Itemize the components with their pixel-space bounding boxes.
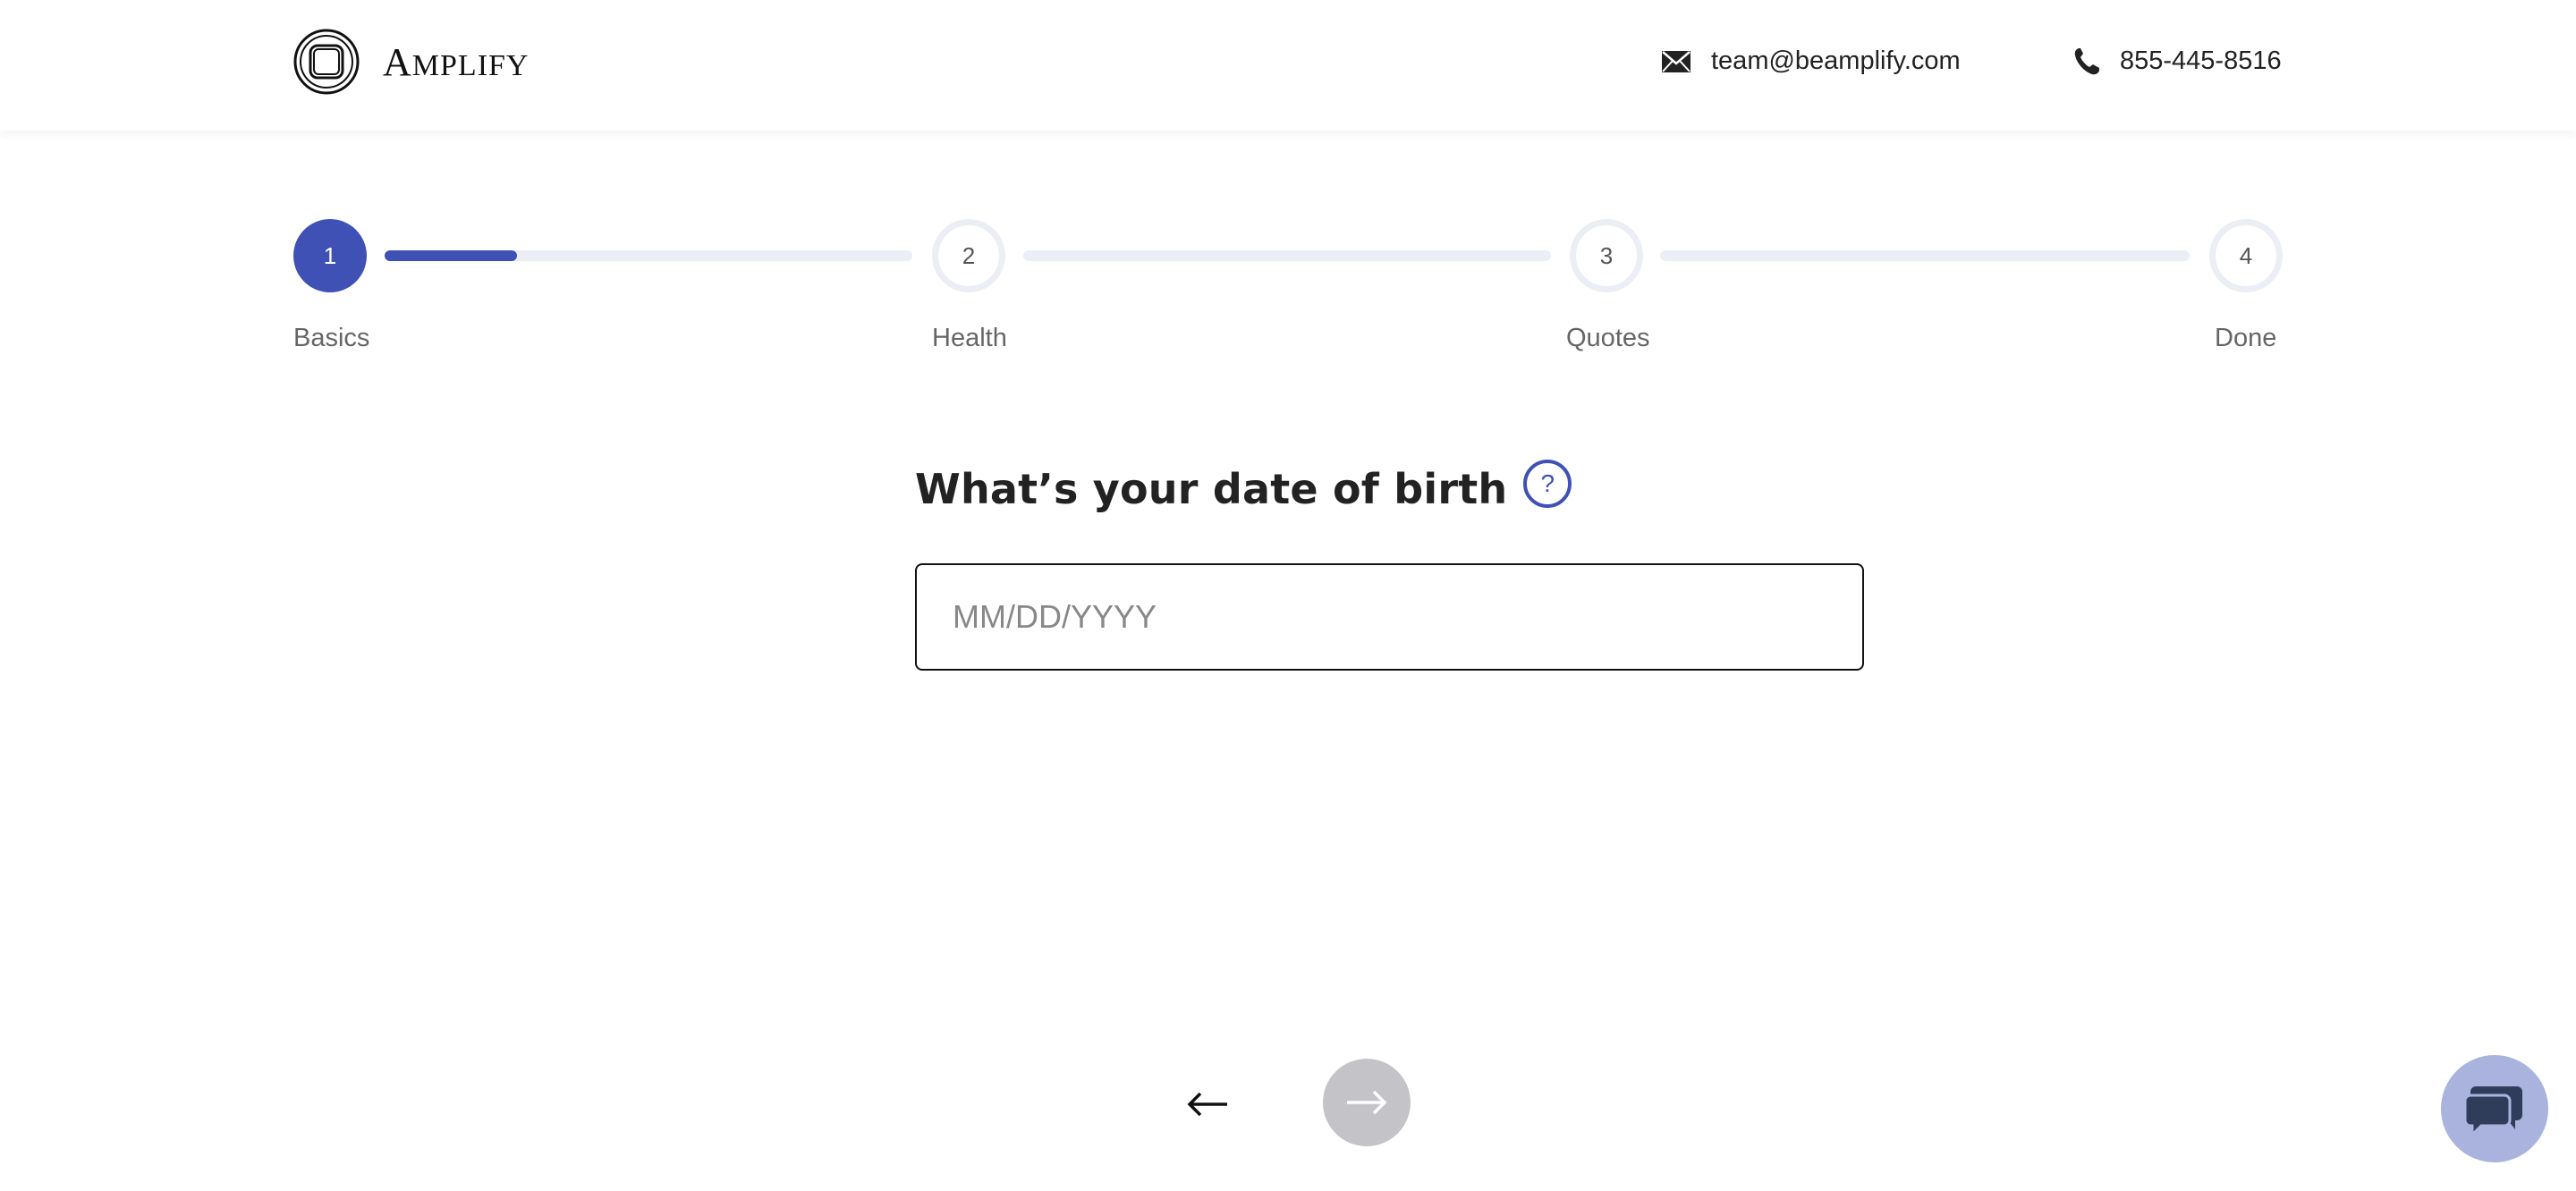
step-2-circle: 2 <box>932 219 1005 292</box>
contact-phone[interactable]: 855-445-8516 <box>2073 46 2282 76</box>
question-header: What’s your date of birth ? <box>915 460 1572 513</box>
step-1-circle: 1 <box>293 219 367 292</box>
arrow-right-icon <box>1347 1090 1387 1115</box>
brand-logo[interactable]: AMPLIFY <box>293 29 529 95</box>
date-of-birth-input[interactable] <box>915 563 1864 671</box>
brand-name: AMPLIFY <box>383 39 529 85</box>
brand-name-initial: A <box>383 39 412 84</box>
contact-email-text: team@beamplify.com <box>1711 46 1961 75</box>
step-track-1-progress <box>385 250 517 261</box>
step-3-circle: 3 <box>1570 219 1643 292</box>
step-4-number: 4 <box>2239 241 2253 269</box>
amplify-logo-icon <box>293 29 360 95</box>
help-icon-symbol: ? <box>1540 469 1555 497</box>
step-2-number: 2 <box>962 241 976 269</box>
step-3-number: 3 <box>1599 241 1614 269</box>
chat-widget-button[interactable] <box>2441 1055 2548 1162</box>
arrow-left-icon <box>1187 1092 1227 1117</box>
envelope-icon <box>1662 50 1690 72</box>
step-2-label: Health <box>932 324 1007 352</box>
chat-bubbles-icon <box>2465 1086 2522 1136</box>
site-header: AMPLIFY team@beamplify.com 855-445-8516 <box>0 0 2576 131</box>
step-4-circle: 4 <box>2209 219 2283 292</box>
brand-name-rest: MPLIFY <box>411 48 530 82</box>
step-track-1 <box>385 250 912 261</box>
step-4-label: Done <box>2215 324 2277 352</box>
next-button[interactable] <box>1323 1059 1411 1146</box>
help-icon[interactable]: ? <box>1523 460 1572 508</box>
step-track-2 <box>1023 250 1551 261</box>
contact-email[interactable]: team@beamplify.com <box>1661 46 1961 76</box>
step-1-label: Basics <box>293 324 370 352</box>
progress-stepper: 1 2 3 4 Basics Health Quotes Done <box>293 219 2283 362</box>
back-button[interactable] <box>1181 1082 1234 1127</box>
page: AMPLIFY team@beamplify.com 855-445-8516 <box>0 0 2576 1191</box>
question-title: What’s your date of birth <box>915 465 1508 513</box>
step-track-3 <box>1660 250 2190 261</box>
step-1-number: 1 <box>323 241 337 269</box>
step-3-label: Quotes <box>1566 324 1650 352</box>
contact-phone-text: 855-445-8516 <box>2120 46 2282 75</box>
phone-icon <box>2074 47 2099 74</box>
